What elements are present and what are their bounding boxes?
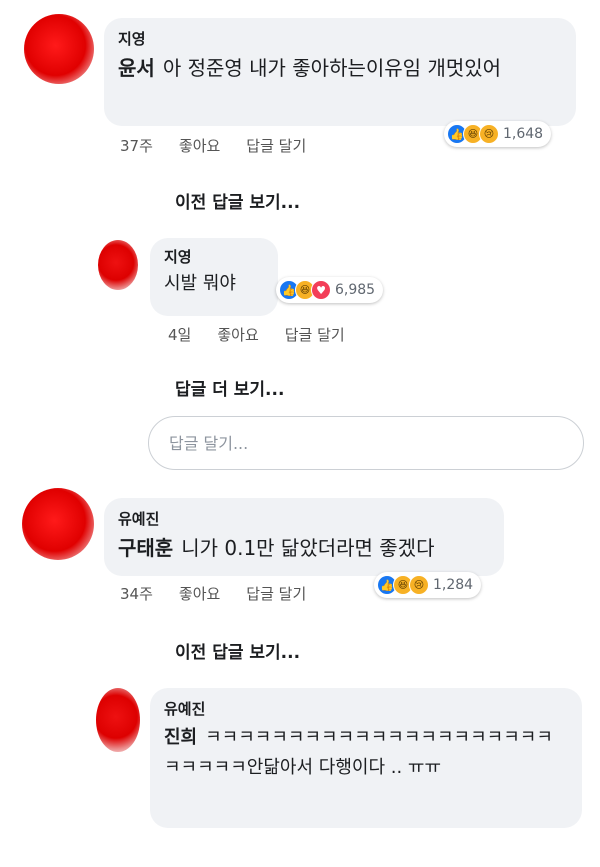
- reply-body: ㅋㅋㅋㅋㅋㅋㅋㅋㅋㅋㅋㅋㅋㅋㅋㅋㅋㅋㅋㅋㅋㅋㅋㅋㅋㅋ안닮아서 다행이다 .. ㅠ…: [164, 727, 553, 778]
- reply-button[interactable]: 답글 달기: [246, 583, 306, 604]
- comment-time[interactable]: 37주: [120, 135, 153, 156]
- reaction-count: 1,284: [433, 577, 474, 593]
- like-button[interactable]: 좋아요: [179, 583, 220, 604]
- love-reaction-icon: ♥: [311, 280, 331, 300]
- tagged-user[interactable]: 윤서: [118, 56, 155, 80]
- like-button[interactable]: 좋아요: [179, 135, 220, 156]
- reaction-summary[interactable]: 👍 😆 😢 1,284: [374, 572, 482, 598]
- reply-button[interactable]: 답글 달기: [285, 324, 345, 345]
- avatar[interactable]: [98, 240, 138, 290]
- sad-reaction-icon: 😢: [479, 124, 499, 144]
- comment-time[interactable]: 34주: [120, 583, 153, 604]
- reply-author[interactable]: 지영: [164, 246, 264, 267]
- reply-bubble: 지영 시발 뭐야: [150, 238, 278, 316]
- reaction-count: 6,985: [335, 282, 376, 298]
- comment-bubble: 지영 윤서 아 정준영 내가 좋아하는이유임 개멋있어: [104, 18, 576, 126]
- comment-author[interactable]: 지영: [118, 28, 562, 49]
- reply-text: 시발 뭐야: [164, 273, 236, 294]
- view-previous-replies-link[interactable]: 이전 답글 보기...: [175, 188, 300, 213]
- avatar[interactable]: [22, 488, 94, 560]
- comment-text: 윤서 아 정준영 내가 좋아하는이유임 개멋있어: [118, 53, 562, 83]
- avatar[interactable]: [96, 688, 140, 752]
- view-previous-replies-link[interactable]: 이전 답글 보기...: [175, 638, 300, 663]
- comment-body: 아 정준영 내가 좋아하는이유임 개멋있어: [162, 56, 502, 80]
- reply-input-box[interactable]: [148, 416, 584, 470]
- comment-body: 니가 0.1만 닮았더라면 좋겠다: [181, 536, 435, 560]
- reaction-summary[interactable]: 👍 😆 ♥ 6,985: [276, 277, 384, 303]
- comment-author[interactable]: 유예진: [118, 508, 490, 529]
- reply-actions: 4일 좋아요 답글 달기: [168, 324, 345, 345]
- tagged-user[interactable]: 진희: [164, 727, 197, 748]
- like-button[interactable]: 좋아요: [217, 324, 258, 345]
- reply-button[interactable]: 답글 달기: [246, 135, 306, 156]
- comment-actions: 34주 좋아요 답글 달기: [120, 583, 306, 604]
- comment-actions: 37주 좋아요 답글 달기: [120, 135, 306, 156]
- comment-text: 구태훈 니가 0.1만 닮았더라면 좋겠다: [118, 533, 490, 563]
- reply-text: 진희 ㅋㅋㅋㅋㅋㅋㅋㅋㅋㅋㅋㅋㅋㅋㅋㅋㅋㅋㅋㅋㅋㅋㅋㅋㅋㅋ안닮아서 다행이다 ..…: [164, 723, 568, 783]
- reply-time[interactable]: 4일: [168, 324, 191, 345]
- reply-input[interactable]: [169, 433, 563, 453]
- reaction-count: 1,648: [503, 126, 544, 142]
- reply-bubble: 유예진 진희 ㅋㅋㅋㅋㅋㅋㅋㅋㅋㅋㅋㅋㅋㅋㅋㅋㅋㅋㅋㅋㅋㅋㅋㅋㅋㅋ안닮아서 다행이…: [150, 688, 582, 828]
- sad-reaction-icon: 😢: [409, 575, 429, 595]
- comment-bubble: 유예진 구태훈 니가 0.1만 닮았더라면 좋겠다: [104, 498, 504, 576]
- tagged-user[interactable]: 구태훈: [118, 536, 173, 560]
- reaction-summary[interactable]: 👍 😆 😢 1,648: [444, 121, 552, 147]
- avatar[interactable]: [24, 14, 94, 84]
- reply-author[interactable]: 유예진: [164, 698, 568, 719]
- more-replies-link[interactable]: 답글 더 보기...: [175, 375, 284, 400]
